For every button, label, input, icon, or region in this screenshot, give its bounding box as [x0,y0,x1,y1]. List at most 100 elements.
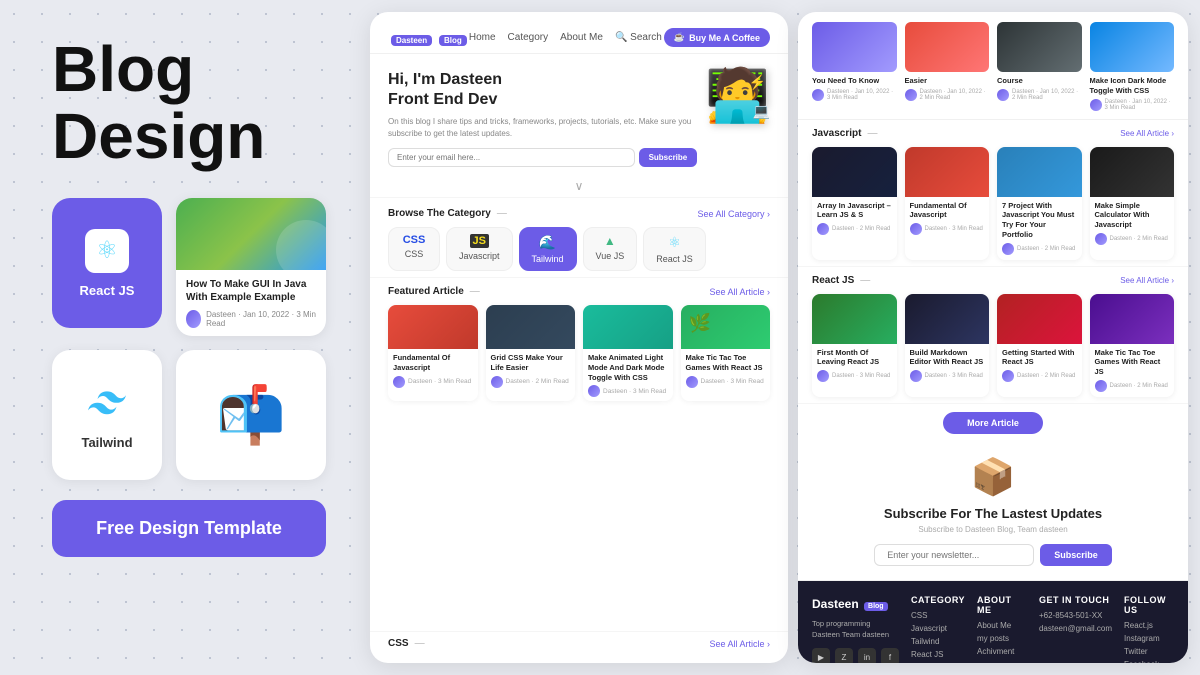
js-card-2[interactable]: Fundamental Of Javascript Dasteen · 3 Mi… [905,147,990,260]
js-ava-1 [817,223,829,235]
react-card-4[interactable]: Make Tic Tac Toe Games With React JS Das… [1090,294,1175,397]
js-card-meta-1: Dasteen · 2 Min Read [817,223,892,235]
react-card[interactable]: ⚛ React JS [52,198,162,328]
hero-subscribe-button[interactable]: Subscribe [639,148,698,167]
js-card-meta-2: Dasteen · 3 Min Read [910,223,985,235]
nav-category[interactable]: Category [508,32,549,43]
js-card-body-1: Array In Javascript – Learn JS & S Daste… [812,197,897,241]
footer-achievement[interactable]: Achivment [977,647,1027,656]
free-template-button[interactable]: Free Design Template [52,500,326,557]
nav-links: Home Category About Me 🔍 Search [469,32,662,43]
nav-home[interactable]: Home [469,32,496,43]
subscribe-email-input[interactable] [874,544,1034,566]
footer-about-me[interactable]: About Me [977,621,1027,630]
react-card-1[interactable]: First Month Of Leaving React JS Dasteen … [812,294,897,397]
top-article-1[interactable]: You Need To Know Dasteen · Jan 10, 2022 … [812,22,897,111]
blog-logo: Dasteen Blog [388,30,467,46]
more-articles-button[interactable]: More Article [943,412,1043,434]
footer-follow-facebook[interactable]: Facebook [1124,660,1174,663]
featured-article-3[interactable]: Make Animated Light Mode And Dark Mode T… [583,305,673,401]
social-icon-3[interactable]: in [858,648,876,663]
category-pills: CSS CSS JS Javascript 🌊 Tailwind ▲ Vue J… [388,227,770,271]
subscribe-form: Subscribe [812,544,1174,566]
article-meta-text-3: Dasteen · 3 Min Read [603,388,666,395]
js-card-img-1 [812,147,897,197]
cat-javascript[interactable]: JS Javascript [446,227,513,271]
js-ava-2 [910,223,922,235]
footer-col-about: ABOUT ME About Me my posts Achivment [977,595,1027,663]
footer-cat-tailwind[interactable]: Tailwind [911,637,965,646]
left-panel: Blog Design ⚛ React JS How To Make GUI I… [0,0,370,675]
see-all-css[interactable]: See All Article › [709,639,770,649]
top-article-meta-3: Dasteen · Jan 10, 2022 · 2 Min Read [997,89,1082,101]
see-all-featured[interactable]: See All Article › [709,287,770,297]
js-card-1[interactable]: Array In Javascript – Learn JS & S Daste… [812,147,897,260]
featured-article-1[interactable]: Fundamental Of Javascript Dasteen · 3 Mi… [388,305,478,401]
categories-title: Browse The Category [388,208,507,219]
article-thumb-4 [681,305,771,349]
see-all-react[interactable]: See All Article › [1120,276,1174,285]
featured-header: Featured Article See All Article › [388,286,770,297]
top-ava-2 [905,89,917,101]
vue-icon: ▲ [604,234,616,248]
subscribe-subtitle: Subscribe to Dasteen Blog, Team dasteen [812,525,1174,534]
see-all-js[interactable]: See All Article › [1120,129,1174,138]
footer-follow-instagram[interactable]: Instagram [1124,634,1174,643]
hero-description: On this blog I share tips and tricks, fr… [388,116,697,140]
cat-vuejs[interactable]: ▲ Vue JS [583,227,638,271]
footer: Dasteen Blog Top programming Dasteen Tea… [798,581,1188,663]
footer-phone[interactable]: +62-8543-501-XX [1039,611,1112,620]
buy-coffee-button[interactable]: ☕ Buy Me A Coffee [664,28,770,47]
js-card-3[interactable]: 7 Project With Javascript You Must Try F… [997,147,1082,260]
blog-preview-card[interactable]: How To Make GUI In Java With Example Exa… [176,198,326,336]
react-card-body-4: Make Tic Tac Toe Games With React JS Das… [1090,344,1175,397]
footer-email[interactable]: dasteen@gmail.com [1039,624,1112,633]
social-icon-4[interactable]: f [881,648,899,663]
cat-reactjs[interactable]: ⚛ React JS [643,227,706,271]
react-card-img-2 [905,294,990,344]
article-body-4: Make Tic Tac Toe Games With React JS Das… [681,349,771,392]
react-ava-1 [817,370,829,382]
social-icon-2[interactable]: Z [835,648,853,663]
top-article-4[interactable]: Make Icon Dark Mode Toggle With CSS Dast… [1090,22,1175,111]
top-ava-1 [812,89,824,101]
react-card-2[interactable]: Build Markdown Editor With React JS Dast… [905,294,990,397]
social-icon-1[interactable]: ▶ [812,648,830,663]
featured-article-4[interactable]: Make Tic Tac Toe Games With React JS Das… [681,305,771,401]
hero-text: Hi, I'm Dasteen Front End Dev On this bl… [388,70,697,167]
footer-col-category: CATEGORY CSS Javascript Tailwind React J… [911,595,965,663]
see-all-categories[interactable]: See All Category › [697,209,770,219]
css-icon: CSS [403,234,426,246]
hero-email-input[interactable] [388,148,635,167]
react-ava-4 [1095,380,1107,392]
react-card-img-4 [1090,294,1175,344]
footer-cat-react[interactable]: React JS [911,650,965,659]
footer-follow-twitter[interactable]: Twitter [1124,647,1174,656]
subscribe-button[interactable]: Subscribe [1040,544,1112,566]
featured-article-2[interactable]: Grid CSS Make Your Life Easier Dasteen ·… [486,305,576,401]
react-card-3[interactable]: Getting Started With React JS Dasteen · … [997,294,1082,397]
js-card-title-1: Array In Javascript – Learn JS & S [817,201,892,221]
footer-cat-js[interactable]: Javascript [911,624,965,633]
footer-col-contact: GET IN TOUCH +62-8543-501-XX dasteen@gma… [1039,595,1112,663]
top-article-title-4: Make Icon Dark Mode Toggle With CSS [1090,76,1175,96]
blog-meta-text: Dasteen · Jan 10, 2022 · 3 Min Read [206,310,316,328]
top-article-2[interactable]: Easier Dasteen · Jan 10, 2022 · 2 Min Re… [905,22,990,111]
article-title-3: Make Animated Light Mode And Dark Mode T… [588,353,668,382]
top-article-3[interactable]: Course Dasteen · Jan 10, 2022 · 2 Min Re… [997,22,1082,111]
react-card-meta-1: Dasteen · 3 Min Read [817,370,892,382]
react-ava-3 [1002,370,1014,382]
cat-css[interactable]: CSS CSS [388,227,440,271]
footer-follow-react[interactable]: React.js [1124,621,1174,630]
js-card-4[interactable]: Make Simple Calculator With Javascript D… [1090,147,1175,260]
hero-title: Hi, I'm Dasteen Front End Dev [388,70,697,110]
footer-cat-css[interactable]: CSS [911,611,965,620]
tailwind-card[interactable]: Tailwind [52,350,162,480]
article-meta-4: Dasteen · 3 Min Read [686,376,766,388]
footer-my-posts[interactable]: my posts [977,634,1027,643]
nav-about[interactable]: About Me [560,32,603,43]
featured-articles-section: Featured Article See All Article › Funda… [370,277,788,631]
search-icon[interactable]: 🔍 Search [615,32,662,43]
featured-title: Featured Article [388,286,480,297]
cat-tailwind[interactable]: 🌊 Tailwind [519,227,577,271]
